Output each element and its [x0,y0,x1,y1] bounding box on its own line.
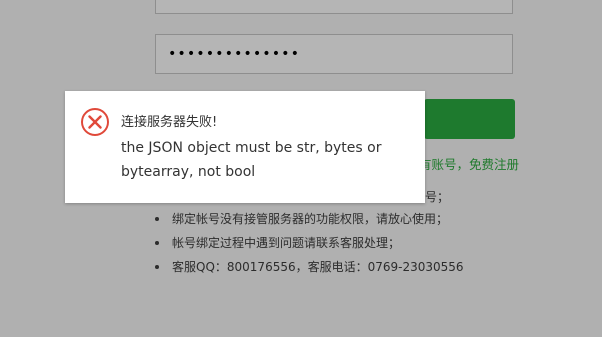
list-item-text: 帐号绑定过程中遇到问题请联系客服处理； [172,236,401,250]
error-message: 连接服务器失败! the JSON object must be str, by… [121,114,411,184]
list-item-text: 客服QQ：800176556，客服电话：0769-23030556 [172,260,464,274]
account-input[interactable] [155,0,513,14]
list-item: 客服QQ：800176556，客服电话：0769-23030556 [155,257,464,281]
bind-submit-button[interactable] [424,99,515,139]
free-register-link[interactable]: 有账号，免费注册 [419,154,519,173]
error-circle-icon [81,108,109,136]
list-item-text: 号； [425,190,450,204]
list-item-text: 绑定帐号没有接管服务器的功能权限，请放心使用； [172,212,449,226]
error-title: 连接服务器失败! [121,115,218,130]
list-item: 帐号绑定过程中遇到问题请联系客服处理； [155,233,464,257]
bullet-dot-icon [155,265,159,269]
bullet-dot-icon [155,217,159,221]
bullet-dot-icon [155,241,159,245]
list-item: 绑定帐号没有接管服务器的功能权限，请放心使用； [155,209,464,233]
password-field[interactable] [155,34,513,74]
error-dialog: 连接服务器失败! the JSON object must be str, by… [65,91,425,203]
error-detail: the JSON object must be str, bytes or by… [121,140,382,180]
password-input[interactable] [168,35,498,73]
